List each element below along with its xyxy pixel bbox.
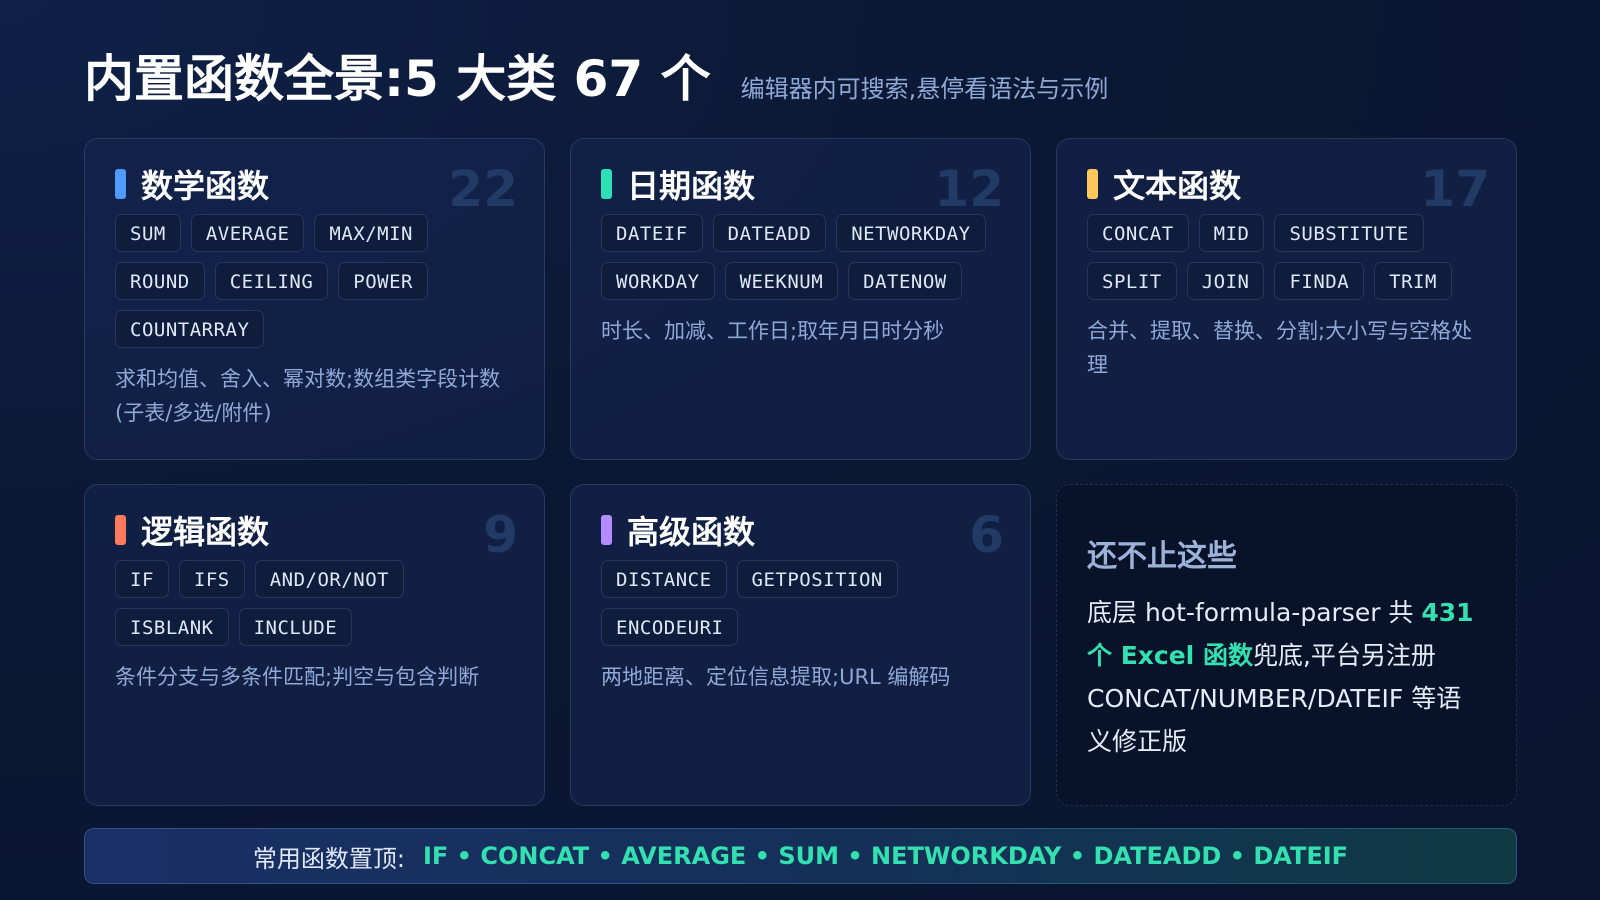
card-description: 两地距离、定位信息提取;URL 编解码: [601, 665, 951, 689]
function-tag: DATENOW: [848, 262, 962, 300]
function-count: 6: [969, 506, 1004, 564]
function-count: 9: [483, 506, 518, 564]
more-functions-note: 还不止这些 底层 hot-formula-parser 共 431 个 Exce…: [1056, 484, 1517, 806]
header: 内置函数全景:5 大类 67 个 编辑器内可搜索,悬停看语法与示例: [84, 44, 1108, 114]
card-description: 时长、加减、工作日;取年月日时分秒: [601, 319, 945, 343]
function-tags: IF IFS AND/OR/NOT ISBLANK INCLUDE: [115, 560, 515, 646]
function-tags: DISTANCE GETPOSITION ENCODEURI: [601, 560, 1001, 646]
function-tag: GETPOSITION: [736, 560, 898, 598]
card-description: 合并、提取、替换、分割;大小写与空格处理: [1087, 319, 1473, 377]
function-tags: DATEIF DATEADD NETWORKDAY WORKDAY WEEKNUM DAT…: [601, 214, 1001, 300]
card-title: 日期函数: [627, 167, 756, 205]
pinned-functions-bar: 常用函数置顶: IF • CONCAT • AVERAGE • SUM • NE…: [84, 828, 1517, 884]
function-tag: JOIN: [1186, 262, 1265, 300]
card-header: 高级函数: [601, 511, 1000, 551]
category-marker: [1087, 169, 1098, 199]
function-tag: INCLUDE: [238, 608, 353, 646]
card-header: 逻辑函数: [115, 511, 514, 551]
note-text: 底层 hot-formula-parser 共 431 个 Excel 函数兜底…: [1087, 591, 1486, 763]
function-tag: POWER: [338, 262, 428, 300]
card-date: 日期函数 12 DATEIF DATEADD NETWORKDAY WORKDAY WE…: [570, 138, 1031, 460]
function-count: 22: [448, 160, 518, 218]
function-tag: MID: [1198, 214, 1265, 252]
category-marker: [115, 169, 126, 199]
page: 内置函数全景:5 大类 67 个 编辑器内可搜索,悬停看语法与示例 数学函数 2…: [0, 0, 1600, 900]
function-tag: SPLIT: [1087, 262, 1177, 300]
function-tag: ROUND: [115, 262, 205, 300]
card-advanced: 高级函数 6 DISTANCE GETPOSITION ENCODEURI 两地距离…: [570, 484, 1031, 806]
note-text-before: 底层 hot-formula-parser 共: [1087, 598, 1422, 627]
function-tag: ENCODEURI: [601, 608, 739, 646]
function-tag: MAX/MIN: [314, 214, 428, 252]
pinned-list: IF • CONCAT • AVERAGE • SUM • NETWORKDAY…: [423, 842, 1349, 870]
card-description: 求和均值、舍入、幂对数;数组类字段计数(子表/多选/附件): [115, 367, 501, 425]
function-tag: WEEKNUM: [724, 262, 839, 300]
page-subtitle: 编辑器内可搜索,悬停看语法与示例: [740, 75, 1109, 103]
function-tag: DATEADD: [712, 214, 827, 252]
function-count: 12: [934, 160, 1004, 218]
category-marker: [115, 515, 126, 545]
function-tag: COUNTARRAY: [115, 310, 265, 348]
function-tag: AVERAGE: [190, 214, 305, 252]
card-text: 文本函数 17 CONCAT MID SUBSTITUTE SPLIT JOIN FIND…: [1056, 138, 1517, 460]
card-title: 逻辑函数: [141, 513, 270, 551]
category-marker: [601, 169, 612, 199]
function-tag: CONCAT: [1087, 214, 1189, 252]
function-tag: SUM: [115, 214, 181, 252]
function-tag: WORKDAY: [601, 262, 715, 300]
note-title: 还不止这些: [1087, 539, 1237, 574]
function-tags: SUM AVERAGE MAX/MIN ROUND CEILING POWER COUNTA…: [115, 214, 515, 348]
pinned-label: 常用函数置顶:: [252, 844, 405, 873]
function-tag: ISBLANK: [115, 608, 229, 646]
function-tag: AND/OR/NOT: [254, 560, 405, 598]
page-title: 内置函数全景:5 大类 67 个: [84, 50, 711, 108]
category-marker: [601, 515, 612, 545]
card-title: 数学函数: [141, 167, 270, 205]
function-tag: TRIM: [1374, 262, 1452, 300]
function-tag: DISTANCE: [601, 560, 727, 598]
card-logic: 逻辑函数 9 IF IFS AND/OR/NOT ISBLANK INCLUDE 条件分…: [84, 484, 545, 806]
function-count: 17: [1420, 160, 1490, 218]
function-tag: SUBSTITUTE: [1274, 214, 1424, 252]
card-description: 条件分支与多条件匹配;判空与包含判断: [115, 665, 480, 689]
function-tag: FINDA: [1274, 262, 1365, 300]
function-tag: IF: [115, 560, 169, 598]
function-tag: CEILING: [214, 262, 329, 300]
card-title: 文本函数: [1113, 167, 1242, 205]
card-math: 数学函数 22 SUM AVERAGE MAX/MIN ROUND CEILING POW…: [84, 138, 545, 460]
function-tag: NETWORKDAY: [836, 214, 986, 252]
card-title: 高级函数: [627, 513, 756, 551]
function-tags: CONCAT MID SUBSTITUTE SPLIT JOIN FINDA TRIM: [1087, 214, 1487, 300]
function-tag: DATEIF: [601, 214, 703, 252]
function-tag: IFS: [178, 560, 245, 598]
